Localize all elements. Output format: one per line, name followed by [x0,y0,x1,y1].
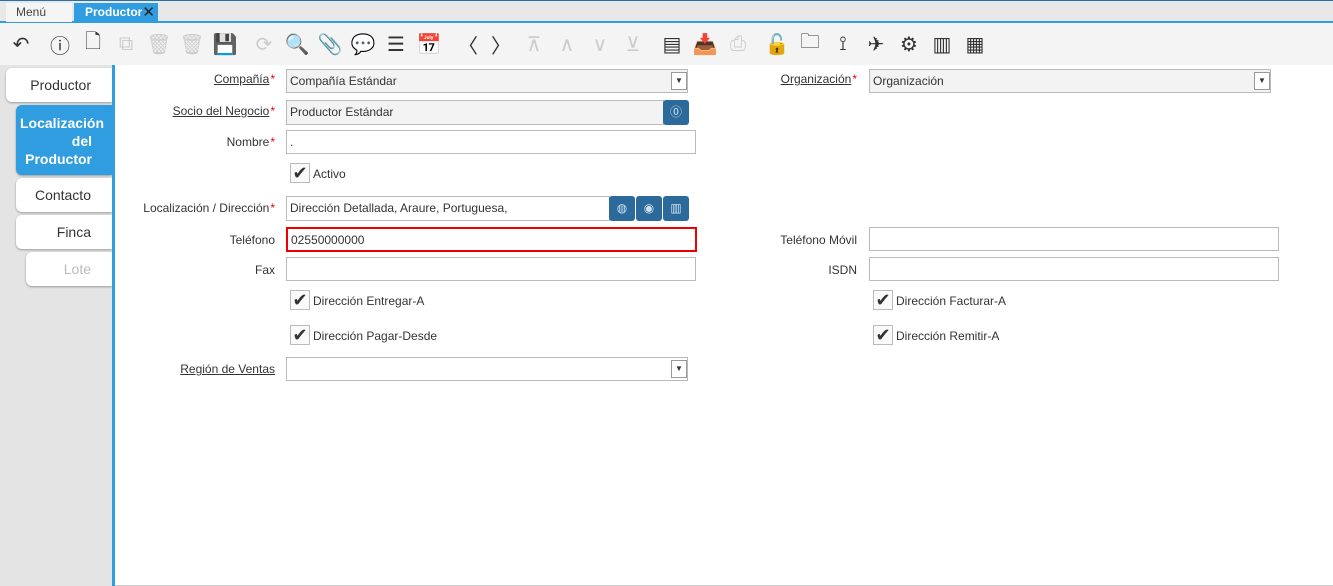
map-icon[interactable]: ▥ [663,196,689,221]
save-icon[interactable]: 💾 [212,31,238,57]
phone-label: Teléfono [229,233,275,247]
previous-icon[interactable]: 〈 [455,31,481,58]
bpartner-field[interactable]: Productor Estándar [286,100,664,125]
pay-from-label: Dirección Pagar-Desde [313,329,438,343]
isdn-label: ISDN [828,263,857,277]
side-tab-finca[interactable]: Finca [16,215,112,249]
sales-region-label[interactable]: Región de Ventas [115,362,275,376]
location-label: Localización / Dirección* [143,201,275,215]
new-icon[interactable]: 🗋 [80,31,106,57]
calendar-icon[interactable]: 📅 [416,31,442,57]
bpartner-label[interactable]: Socio del Negocio* [115,104,275,118]
side-tab-contacto[interactable]: Contacto [16,178,112,212]
tab-menu[interactable]: Menú (9) [6,3,72,38]
grid-toggle-icon[interactable]: ☰ [383,31,409,57]
world-icon[interactable]: ◉ [636,196,662,221]
last-record-icon[interactable]: ⊻ [620,31,646,57]
remit-to-label: Dirección Remitir-A [896,329,1000,343]
form-icon[interactable]: ▦ [962,31,988,57]
tab-label: Productor [85,5,143,19]
form-panel: Compañía* Compañía Estándar ▼ Organizació… [115,65,1333,586]
company-label[interactable]: Compañía* [115,72,275,86]
report-icon[interactable]: ▤ [659,31,685,57]
tab-productor[interactable]: Productor ✕ [74,3,158,22]
sales-region-select[interactable]: ▼ [286,357,688,381]
undo-icon[interactable]: ↶ [8,31,34,57]
window-tab-bar: Menú (9) Productor✕ [0,0,1333,38]
mobile-label: Teléfono Móvil [780,233,857,247]
bpartner-search-icon[interactable]: ⓪ [663,100,689,125]
pay-from-checkbox[interactable]: ✔ [290,325,310,345]
chevron-down-icon[interactable]: ▼ [1254,72,1270,90]
remit-to-checkbox[interactable]: ✔ [873,325,893,345]
close-icon[interactable]: ✕ [142,3,155,22]
next-record-icon[interactable]: ∨ [587,31,613,57]
side-tab-productor[interactable]: Productor [6,68,112,102]
print-icon[interactable]: ⎙ [725,31,751,57]
chat-icon[interactable]: 💬 [350,31,376,57]
active-checkbox[interactable]: ✔ [290,163,310,183]
name-label: Nombre* [226,135,275,149]
help-icon[interactable]: ⓘ [47,31,73,58]
active-label: Activo [313,167,346,181]
zoom-across-icon[interactable]: 🗀 [797,31,823,57]
request-icon[interactable]: ✈ [863,31,889,57]
name-input[interactable]: . [286,130,696,154]
ship-to-label: Dirección Entregar-A [313,294,425,308]
side-tab-localizacion[interactable]: Localización del Productor [16,105,112,175]
bill-to-label: Dirección Facturar-A [896,294,1007,308]
previous-record-icon[interactable]: ∧ [554,31,580,57]
toolbar: ↶ ⓘ 🗋 ⧉ 🗑 🗑 💾 ⟳ 🔍 📎 💬 ☰ 📅 〈 〉 ⊼ ∧ ∨ ⊻ ▤ … [0,23,1333,65]
location-field[interactable]: Dirección Detallada, Araure, Portuguesa, [286,196,610,221]
process-icon[interactable]: ⚙ [896,31,922,57]
delete-selection-icon[interactable]: 🗑 [179,31,205,57]
workflow-icon[interactable]: ⟟ [830,31,856,57]
mobile-input[interactable] [869,227,1279,251]
chevron-down-icon[interactable]: ▼ [671,360,687,378]
archive-icon[interactable]: 📥 [692,31,718,57]
bill-to-checkbox[interactable]: ✔ [873,290,893,310]
fax-label: Fax [254,263,275,277]
organization-label[interactable]: Organización* [597,72,857,86]
next-icon[interactable]: 〉 [488,31,514,58]
side-tab-lote[interactable]: Lote [26,252,112,286]
ship-to-checkbox[interactable]: ✔ [290,290,310,310]
isdn-input[interactable] [869,257,1279,281]
organization-select[interactable]: Organización ▼ [869,69,1271,93]
product-info-icon[interactable]: ▥ [929,31,955,57]
first-record-icon[interactable]: ⊼ [521,31,547,57]
delete-icon[interactable]: 🗑 [146,31,172,57]
find-icon[interactable]: 🔍 [284,31,310,57]
attachment-icon[interactable]: 📎 [317,31,343,57]
globe-icon[interactable]: ◍ [609,196,635,221]
detail-tabs: Productor Localización del Productor Con… [0,65,113,586]
copy-icon[interactable]: ⧉ [113,31,139,57]
lock-icon[interactable]: 🔓 [764,31,790,57]
refresh-icon[interactable]: ⟳ [251,31,277,57]
